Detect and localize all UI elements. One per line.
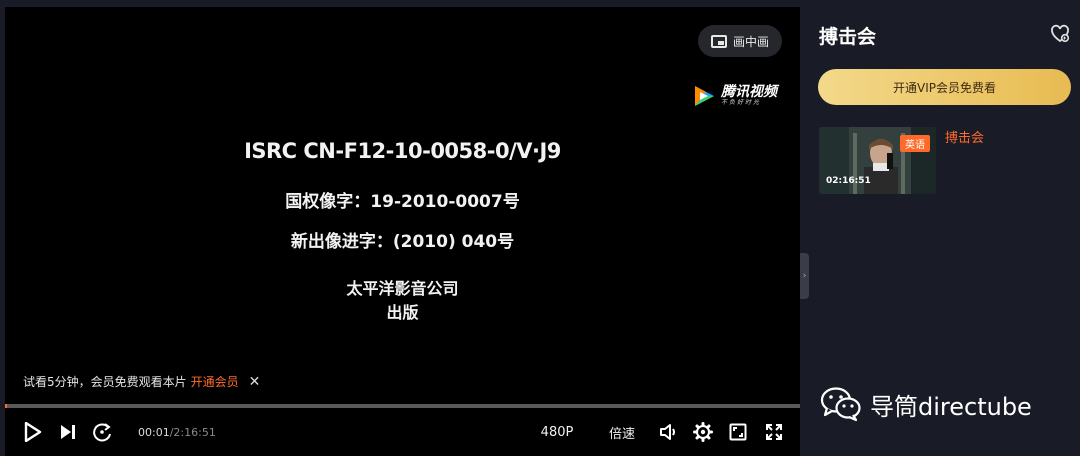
episode-thumbnail: 英语 02:16:51 bbox=[819, 127, 936, 194]
quality-button[interactable]: 480P bbox=[533, 408, 581, 456]
current-time: 00:01 bbox=[138, 425, 170, 439]
watermark-text: 导筒directube bbox=[870, 392, 1032, 421]
panel-title: 搏击会 bbox=[819, 26, 877, 48]
share-icon bbox=[1051, 24, 1070, 43]
settings-button[interactable] bbox=[690, 408, 716, 456]
web-fullscreen-icon bbox=[729, 423, 747, 441]
volume-button[interactable] bbox=[656, 408, 682, 456]
tencent-video-icon bbox=[695, 86, 714, 106]
gear-icon bbox=[693, 422, 713, 442]
volume-icon bbox=[660, 424, 675, 440]
vip-free-watch-button[interactable]: 开通VIP会员免费看 bbox=[818, 69, 1071, 105]
credit-line-copyright: 国权像字：19-2010-0007号 bbox=[285, 192, 520, 212]
credit-line-published: 出版 bbox=[386, 303, 419, 322]
total-duration: 2:16:51 bbox=[173, 425, 216, 439]
chevron-right-icon: › bbox=[802, 271, 807, 281]
next-icon bbox=[61, 425, 75, 439]
trial-notice: 试看5分钟，会员免费观看本片 开通会员 ✕ bbox=[23, 373, 260, 390]
time-display: 00:01 / 2:16:51 bbox=[138, 408, 216, 456]
next-button[interactable] bbox=[55, 408, 81, 456]
close-icon[interactable]: ✕ bbox=[249, 374, 261, 390]
credit-line-publisher: 太平洋影音公司 bbox=[346, 279, 459, 298]
credit-line-import: 新出像进字：(2010) 040号 bbox=[290, 232, 515, 252]
share-button[interactable] bbox=[1050, 24, 1070, 44]
open-membership-link[interactable]: 开通会员 bbox=[191, 373, 239, 390]
picture-in-picture-icon bbox=[710, 34, 727, 48]
playlist-item[interactable]: 英语 02:16:51 搏击会 bbox=[819, 127, 1069, 195]
fullscreen-button[interactable] bbox=[761, 408, 787, 456]
panel-toggle-handle[interactable]: › bbox=[800, 253, 809, 299]
credit-line-isrc: ISRC CN-F12-10-0058-0/V·J9 bbox=[244, 139, 561, 163]
control-bar: 00:01 / 2:16:51 480P 倍速 bbox=[5, 408, 800, 456]
picture-in-picture-button[interactable]: 画中画 bbox=[698, 25, 782, 57]
tencent-video-logo: 腾讯视频 不负好时光 bbox=[691, 82, 787, 110]
logo-slogan: 不负好时光 bbox=[721, 99, 762, 106]
video-player[interactable]: 画中画 腾讯视频 不负好时光 ISRC CN-F12-10-0058-0/V·J… bbox=[5, 7, 800, 407]
language-badge: 英语 bbox=[900, 135, 930, 152]
pip-label: 画中画 bbox=[732, 34, 769, 49]
play-icon bbox=[24, 422, 42, 442]
web-fullscreen-button[interactable] bbox=[725, 408, 751, 456]
episode-title: 搏击会 bbox=[945, 131, 985, 146]
logo-name: 腾讯视频 bbox=[721, 84, 777, 100]
play-button[interactable] bbox=[19, 408, 47, 456]
app-root: 画中画 腾讯视频 不负好时光 ISRC CN-F12-10-0058-0/V·J… bbox=[0, 0, 1080, 456]
trial-text: 试看5分钟，会员免费观看本片 bbox=[23, 375, 187, 389]
speed-button[interactable]: 倍速 bbox=[601, 408, 643, 456]
loop-icon bbox=[93, 423, 111, 442]
episode-duration: 02:16:51 bbox=[826, 176, 871, 186]
loop-button[interactable] bbox=[89, 408, 117, 456]
fullscreen-icon bbox=[766, 424, 782, 440]
wechat-icon bbox=[820, 387, 861, 422]
watermark: 导筒directube bbox=[820, 386, 1032, 422]
